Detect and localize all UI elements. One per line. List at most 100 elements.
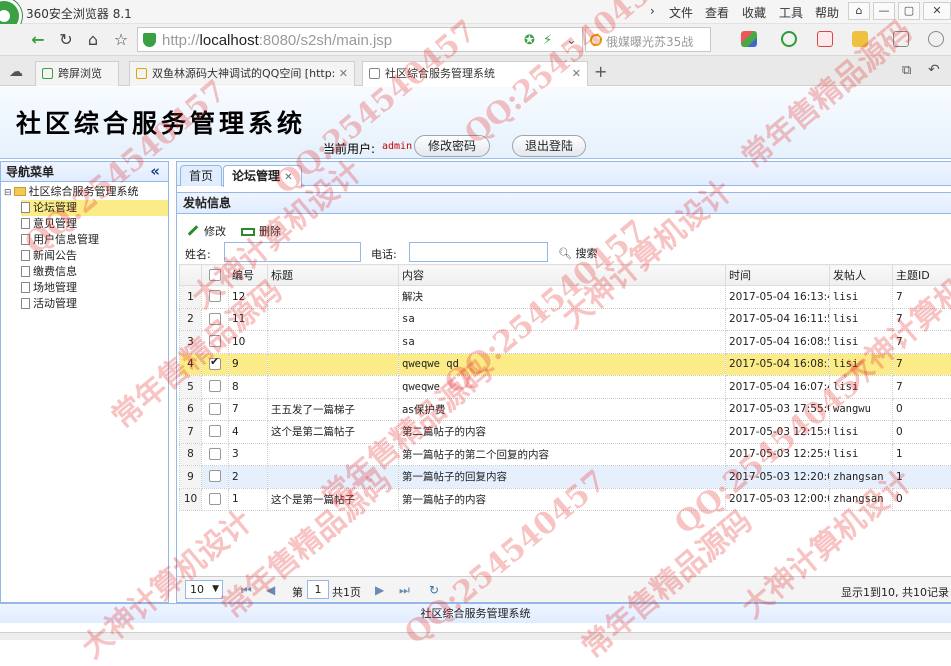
screenshot-icon[interactable] [893, 31, 909, 47]
previous-page-icon[interactable]: ◀ [266, 583, 275, 597]
table-row[interactable]: 49qweqwe qd2017-05-04 16:08:33lisi7 [180, 353, 951, 376]
file-icon [21, 218, 30, 229]
phone-input[interactable] [409, 242, 548, 262]
cloud-icon[interactable]: ☁ [9, 64, 23, 80]
safety-icon[interactable] [781, 31, 797, 47]
refresh-icon[interactable]: ↻ [55, 29, 77, 51]
back-arrow-icon[interactable]: ← [27, 29, 49, 51]
change-password-button[interactable]: 修改密码 [414, 135, 490, 157]
browser-tab-cross-screen[interactable]: 跨屏浏览 [35, 61, 119, 86]
menu-tools[interactable]: 工具 [779, 4, 803, 21]
row-checkbox[interactable] [209, 290, 221, 302]
system-title: 社区综合服务管理系统 [16, 104, 306, 140]
tree-toggle-icon[interactable]: ⊟ [4, 188, 12, 198]
column-header-title[interactable]: 标题 [268, 265, 399, 286]
sidebar-item-payment[interactable]: 缴费信息 [21, 264, 77, 280]
poster-cell: lisi [830, 353, 893, 376]
row-checkbox[interactable] [209, 425, 221, 437]
sidebar-item-label: 用户信息管理 [33, 233, 99, 246]
column-header-id[interactable]: 编号 [229, 265, 268, 286]
row-checkbox[interactable] [209, 358, 221, 370]
row-checkbox[interactable] [209, 448, 221, 460]
name-input[interactable] [224, 242, 361, 262]
close-button[interactable]: ✕ [923, 2, 951, 20]
table-row[interactable]: 112解决2017-05-04 16:13:43lisi7 [180, 286, 951, 309]
sidebar-item-feedback[interactable]: 意见管理 [21, 216, 77, 232]
sidebar-item-news[interactable]: 新闻公告 [21, 248, 77, 264]
collapse-icon[interactable]: « [150, 162, 160, 180]
row-checkbox[interactable] [209, 313, 221, 325]
menu-view[interactable]: 查看 [705, 4, 729, 21]
tools-icon[interactable] [852, 31, 868, 47]
sidebar-item-forum[interactable]: 论坛管理 [21, 200, 168, 216]
table-row[interactable]: 83第一篇帖子的第二个回复的内容2017-05-03 12:25:00lisi1 [180, 443, 951, 466]
row-checkbox[interactable] [209, 380, 221, 392]
reload-icon[interactable]: ↻ [429, 583, 439, 597]
browser-tab-qq-space[interactable]: 双鱼林源码大神调试的QQ空间 [http:✕ [129, 61, 355, 86]
table-row[interactable]: 211sa2017-05-04 16:11:50lisi7 [180, 308, 951, 331]
first-page-icon[interactable]: ⏮ [241, 583, 252, 598]
minimize-button[interactable]: — [873, 2, 895, 20]
poster-cell: lisi [830, 376, 893, 399]
search-button[interactable]: 🔍︎ 搜索 [558, 245, 597, 261]
more-icon[interactable] [928, 31, 944, 47]
table-row[interactable]: 74这个是第二篇帖子第二篇帖子的内容2017-05-03 12:15:00lis… [180, 421, 951, 444]
phone-label: 电话: [371, 246, 397, 262]
home-icon[interactable]: ⌂ [82, 29, 104, 51]
row-checkbox[interactable] [209, 470, 221, 482]
search-box[interactable]: 俄媒曝光苏35战 [585, 27, 711, 52]
time-cell: 2017-05-04 16:13:43 [726, 286, 830, 309]
next-page-icon[interactable]: ▶ [375, 583, 384, 597]
tab-close-icon[interactable]: ✕ [284, 172, 292, 183]
select-all-checkbox[interactable] [202, 265, 229, 286]
topic-id-cell: 7 [893, 308, 951, 331]
column-header-poster[interactable]: 发帖人 [830, 265, 893, 286]
sidebar-item-users[interactable]: 用户信息管理 [21, 232, 99, 248]
restore-tab-icon[interactable]: ⧉ [902, 63, 911, 78]
new-tab-icon[interactable]: + [594, 62, 607, 81]
font-icon[interactable] [817, 31, 833, 47]
table-row[interactable]: 67王五发了一篇梯子as保护费2017-05-03 17:55:03wangwu… [180, 398, 951, 421]
tab-home[interactable]: 首页 [180, 165, 222, 186]
folder-icon [14, 187, 26, 196]
maximize-button[interactable]: ▢ [898, 2, 920, 20]
page-number-input[interactable]: 1 [307, 580, 329, 599]
sidebar-item-activity[interactable]: 活动管理 [21, 296, 77, 312]
lightning-icon[interactable]: ⚡ [543, 33, 552, 48]
undo-close-icon[interactable]: ↶ [928, 62, 940, 78]
search-input[interactable]: 俄媒曝光苏35战 [606, 33, 693, 50]
page-size-select[interactable]: 10▼ [185, 580, 223, 599]
pin-icon[interactable]: ⌂ [848, 2, 870, 20]
checkbox[interactable] [209, 269, 221, 281]
page-size-value: 10 [190, 583, 204, 596]
tree-root[interactable]: ⊟社区综合服务管理系统 [4, 184, 139, 200]
menu-help[interactable]: 帮助 [815, 4, 839, 21]
table-row[interactable]: 310sa2017-05-04 16:08:56lisi7 [180, 331, 951, 354]
row-checkbox[interactable] [209, 493, 221, 505]
security-icon[interactable]: ✪ [524, 33, 535, 48]
column-header-topic-id[interactable]: 主题ID [893, 265, 951, 286]
column-header-content[interactable]: 内容 [399, 265, 726, 286]
tab-close-icon[interactable]: ✕ [572, 62, 581, 85]
chevron-down-icon[interactable]: ⌄ [566, 33, 577, 48]
browser-tab-community-system[interactable]: 社区综合服务管理系统✕ [362, 61, 588, 86]
column-header-time[interactable]: 时间 [726, 265, 830, 286]
table-row[interactable]: 58qweqwe2017-05-04 16:07:49lisi7 [180, 376, 951, 399]
apps-icon[interactable] [741, 31, 757, 47]
tab-forum-management[interactable]: 论坛管理 ✕ [223, 165, 302, 187]
logout-button[interactable]: 退出登陆 [512, 135, 586, 157]
sidebar-item-venue[interactable]: 场地管理 [21, 280, 77, 296]
star-icon[interactable]: ☆ [110, 29, 132, 51]
row-checkbox[interactable] [209, 335, 221, 347]
menu-back-arrow-icon[interactable]: › [650, 4, 655, 18]
row-checkbox[interactable] [209, 403, 221, 415]
table-row[interactable]: 92第一篇帖子的回复内容2017-05-03 12:20:00zhangsan1 [180, 466, 951, 489]
edit-button[interactable]: 修改 [187, 223, 226, 239]
tab-close-icon[interactable]: ✕ [339, 62, 348, 85]
last-page-icon[interactable]: ⏭ [399, 583, 410, 598]
delete-button[interactable]: 删除 [241, 223, 281, 239]
table-row[interactable]: 101这个是第一篇帖子第一篇帖子的内容2017-05-03 12:00:00zh… [180, 488, 951, 511]
menu-favorites[interactable]: 收藏 [742, 4, 766, 21]
address-bar[interactable]: http://localhost:8080/s2sh/main.jsp ✪ ⚡ … [137, 27, 583, 52]
menu-file[interactable]: 文件 [669, 4, 693, 21]
